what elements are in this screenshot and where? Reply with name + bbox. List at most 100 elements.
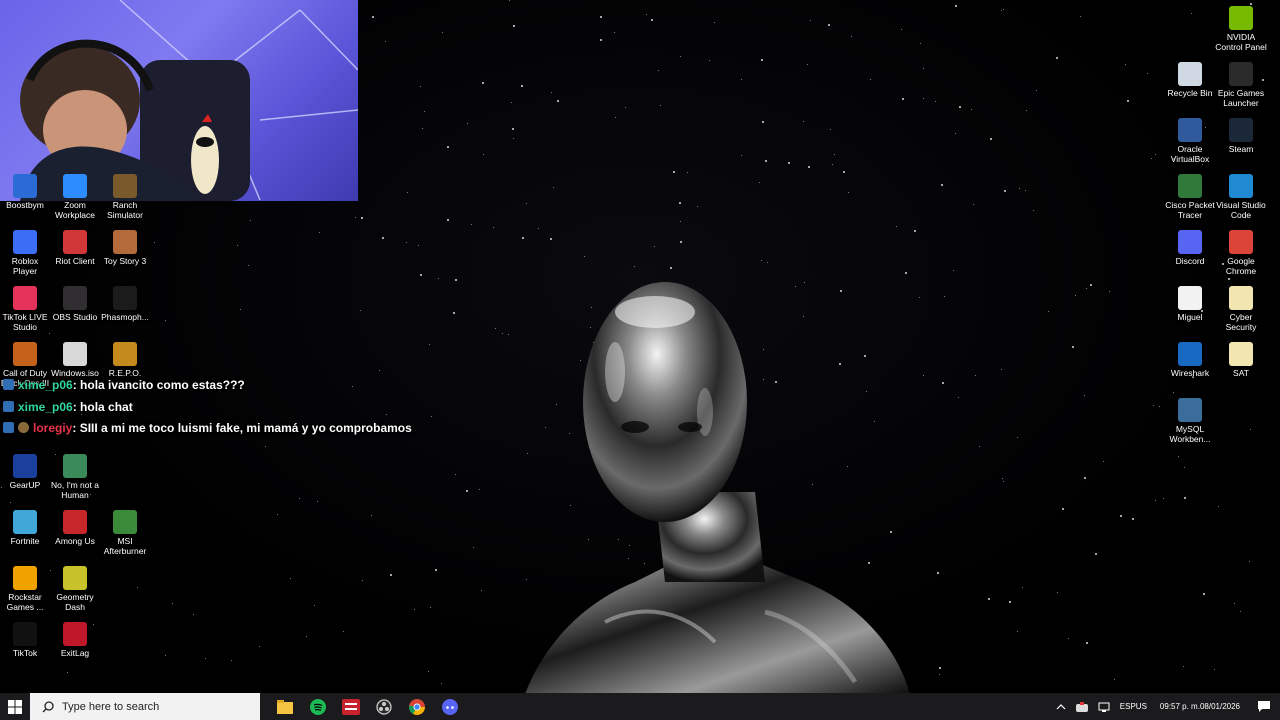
star <box>385 41 386 42</box>
taskbar-file-explorer[interactable] <box>268 693 301 720</box>
star <box>600 39 602 41</box>
star <box>955 5 957 7</box>
desktop-icon[interactable]: Visual Studio Code <box>1215 174 1267 220</box>
star <box>939 674 940 675</box>
desktop-icon[interactable]: Boostbym <box>0 174 51 210</box>
star <box>1004 190 1006 192</box>
star <box>442 32 443 33</box>
taskbar-discord[interactable] <box>433 693 466 720</box>
desktop-icon-label: No, I'm not a Human <box>51 480 99 500</box>
star <box>1191 13 1192 14</box>
chat-username: xime_p06 <box>18 378 73 392</box>
star <box>250 220 251 221</box>
star <box>455 474 456 475</box>
star <box>651 19 653 21</box>
desktop-icon[interactable]: Epic Games Launcher <box>1215 62 1267 108</box>
desktop-icon[interactable]: Cyber Security <box>1215 286 1267 332</box>
desktop-icon[interactable]: NVIDIA Control Panel <box>1215 6 1267 52</box>
desktop-icon[interactable]: Roblox Player <box>0 230 51 276</box>
desktop-icon[interactable]: Wireshark <box>1164 342 1216 378</box>
desktop-icon-label: Epic Games Launcher <box>1217 88 1265 108</box>
star <box>259 646 260 647</box>
star <box>709 60 710 61</box>
desktop-icon[interactable]: Riot Client <box>49 230 101 266</box>
desktop-icon[interactable]: Among Us <box>49 510 101 546</box>
desktop-icon[interactable]: SAT <box>1215 342 1267 378</box>
star <box>870 79 871 80</box>
taskbar-chrome[interactable] <box>400 693 433 720</box>
desktop-icon[interactable]: TikTok LIVE Studio <box>0 286 51 332</box>
star <box>1183 666 1184 667</box>
star <box>1249 561 1250 562</box>
star <box>1114 679 1115 680</box>
star <box>680 56 681 57</box>
desktop-icon[interactable]: Fortnite <box>0 510 51 546</box>
desktop-icon[interactable]: Recycle Bin <box>1164 62 1216 98</box>
chrome-icon <box>408 698 425 715</box>
star <box>429 344 430 345</box>
chat-text: : hola chat <box>72 400 133 414</box>
star <box>299 498 300 499</box>
network-icon <box>1098 702 1110 712</box>
desktop-icon[interactable]: ExitLag <box>49 622 101 658</box>
star <box>1155 154 1156 155</box>
star <box>1017 631 1018 632</box>
desktop-icon-label: Geometry Dash <box>56 592 94 612</box>
desktop-icon[interactable]: GearUP <box>0 454 51 490</box>
taskbar-search-box[interactable]: Type here to search <box>30 693 260 720</box>
taskbar-spotify[interactable] <box>301 693 334 720</box>
star <box>959 106 961 108</box>
desktop-icon[interactable]: Miguel <box>1164 286 1216 322</box>
desktop-icon[interactable]: Toy Story 3 <box>99 230 151 266</box>
exitlag-icon <box>63 622 87 646</box>
desktop-icon[interactable]: Steam <box>1215 118 1267 154</box>
desktop-icon[interactable]: Geometry Dash <box>49 566 101 612</box>
taskbar-obs[interactable] <box>367 693 400 720</box>
desktop-icon[interactable]: Phasmoph... <box>99 286 151 322</box>
desktop-icon[interactable]: Cisco Packet Tracer <box>1164 174 1216 220</box>
star <box>137 587 138 588</box>
language-code: ESP <box>1119 701 1136 711</box>
star <box>788 162 790 164</box>
star <box>1090 284 1092 286</box>
tray-app-icon[interactable] <box>1071 701 1093 712</box>
star <box>988 598 990 600</box>
star <box>479 489 480 490</box>
desktop-icon[interactable]: Windows.iso <box>49 342 101 378</box>
star <box>1147 73 1148 74</box>
star <box>1234 603 1235 604</box>
desktop-icon[interactable]: R.E.P.O. <box>99 342 151 378</box>
desktop-icon[interactable]: Rockstar Games ... <box>0 566 51 612</box>
star <box>513 138 514 139</box>
desktop-icon[interactable]: Discord <box>1164 230 1216 266</box>
desktop-icon[interactable]: OBS Studio <box>49 286 101 322</box>
network-tray-button[interactable] <box>1093 702 1115 712</box>
star <box>697 206 698 207</box>
clock[interactable]: 09:57 p. m. 08/01/2026 <box>1152 702 1248 712</box>
desktop-icon[interactable]: No, I'm not a Human <box>49 454 101 500</box>
desktop-icon-label: MySQL Workben... <box>1169 424 1211 444</box>
desktop-icon[interactable]: MSI Afterburner <box>99 510 151 556</box>
action-center-button[interactable] <box>1248 701 1280 712</box>
star <box>502 333 503 334</box>
star <box>422 128 423 129</box>
start-button[interactable] <box>0 693 30 720</box>
desktop-icon[interactable]: Oracle VirtualBox <box>1164 118 1216 164</box>
star <box>352 386 353 387</box>
desktop-icon[interactable]: Google Chrome <box>1215 230 1267 276</box>
star <box>1155 500 1156 501</box>
star <box>471 224 472 225</box>
desktop-icon[interactable]: Zoom Workplace <box>49 174 101 220</box>
desktop-icon[interactable]: Ranch Simulator <box>99 174 151 220</box>
star <box>1080 16 1081 17</box>
star <box>955 133 956 134</box>
language-indicator[interactable]: ESP US <box>1115 702 1152 712</box>
desktop-icon[interactable]: TikTok <box>0 622 51 658</box>
desktop-icon-label: ExitLag <box>60 648 90 658</box>
show-hidden-icons-button[interactable] <box>1051 703 1071 711</box>
star <box>810 20 811 21</box>
desktop-icon[interactable]: MySQL Workben... <box>1164 398 1216 444</box>
star <box>1120 515 1122 517</box>
star <box>360 310 361 311</box>
taskbar-twitter-app[interactable] <box>334 693 367 720</box>
